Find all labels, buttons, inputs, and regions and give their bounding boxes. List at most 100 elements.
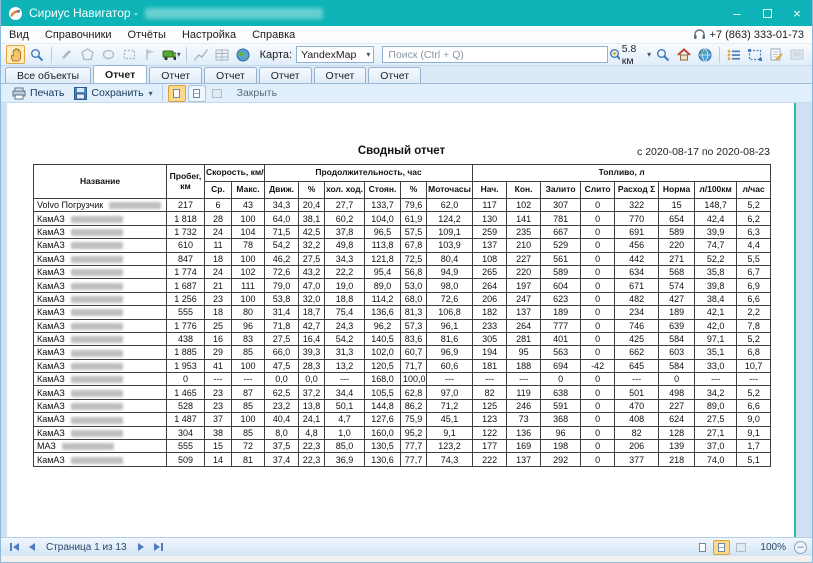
cell: 19,0 <box>325 279 365 292</box>
prev-page-button[interactable] <box>23 540 40 555</box>
cell: 106,8 <box>427 306 473 319</box>
cell: 96,1 <box>427 319 473 332</box>
home-button[interactable] <box>674 45 693 64</box>
cell: 61,9 <box>401 212 427 225</box>
vehicle-name: КамАЗ <box>37 321 65 331</box>
vehicle-name: КамАЗ <box>37 254 65 264</box>
redacted-plate <box>71 256 123 263</box>
toolbar-separator <box>51 47 52 63</box>
next-page-button[interactable] <box>133 540 150 555</box>
cell: 40,4 <box>265 413 299 426</box>
maximize-button[interactable] <box>752 0 782 26</box>
cell: 77,7 <box>401 440 427 453</box>
close-report-button[interactable]: Закрыть <box>237 87 277 99</box>
menu-directories[interactable]: Справочники <box>37 26 120 43</box>
cell: 6,6 <box>737 399 771 412</box>
cell: 127,6 <box>365 413 401 426</box>
area-select-button[interactable] <box>746 45 765 64</box>
close-button[interactable]: × <box>782 0 812 26</box>
status-view-single-button[interactable] <box>694 540 711 555</box>
last-page-button[interactable] <box>150 540 167 555</box>
view-single-page-button[interactable] <box>168 85 186 102</box>
cell: 18 <box>205 306 232 319</box>
notes-button[interactable] <box>767 45 786 64</box>
minimize-button[interactable]: – <box>722 0 752 26</box>
cell: 95,2 <box>401 426 427 439</box>
cell: 8,0 <box>265 426 299 439</box>
cell: 18,7 <box>299 306 325 319</box>
vehicle-filter-button[interactable]: ▾ <box>162 45 181 64</box>
search-input[interactable] <box>382 46 608 63</box>
menu-help[interactable]: Справка <box>244 26 303 43</box>
flag-tool-button[interactable] <box>141 45 160 64</box>
cell: 50,1 <box>325 399 365 412</box>
redacted-plate <box>71 390 123 397</box>
menu-view[interactable]: Вид <box>1 26 37 43</box>
world-map-button[interactable] <box>695 45 714 64</box>
status-view-facing-button[interactable] <box>732 540 749 555</box>
menu-settings[interactable]: Настройка <box>174 26 244 43</box>
extra-disabled-button[interactable] <box>788 45 807 64</box>
legend-button[interactable] <box>725 45 744 64</box>
save-button[interactable]: Сохранить ▾ <box>69 85 157 102</box>
status-view-continuous-button[interactable] <box>713 540 730 555</box>
cell: 247 <box>507 292 541 305</box>
cell: 0 <box>581 265 615 278</box>
route-button[interactable] <box>192 45 211 64</box>
polygon-tool-button[interactable] <box>78 45 97 64</box>
tab-2[interactable]: Отчет <box>149 67 202 83</box>
cell: 654 <box>659 212 695 225</box>
cell: 0,0 <box>265 373 299 386</box>
vehicle-name-cell: КамАЗ <box>34 306 167 319</box>
table-row: КамАЗ8471810046,227,534,3121,872,580,410… <box>34 252 771 265</box>
facing-pages-icon <box>736 543 746 552</box>
vehicle-name-cell: КамАЗ <box>34 399 167 412</box>
rect-select-button[interactable] <box>120 45 139 64</box>
cell: 198 <box>541 440 581 453</box>
zoom-scale-button[interactable]: 5.8 км ▾ <box>609 45 651 64</box>
tab-3[interactable]: Отчет <box>204 67 257 83</box>
pan-hand-button[interactable] <box>6 45 25 64</box>
tab-5[interactable]: Отчет <box>314 67 367 83</box>
globe-layers-button[interactable] <box>234 45 253 64</box>
map-select[interactable]: YandexMap ▾ <box>296 46 374 63</box>
prev-page-icon <box>29 543 35 551</box>
tab-4[interactable]: Отчет <box>259 67 312 83</box>
cell: 60,2 <box>325 212 365 225</box>
view-continuous-button[interactable] <box>188 85 206 102</box>
cell: 35,1 <box>695 346 737 359</box>
cell: 0 <box>581 239 615 252</box>
tab-1[interactable]: Отчет <box>93 65 147 83</box>
cell: 589 <box>541 265 581 278</box>
first-page-button[interactable] <box>6 540 23 555</box>
cell: 5,2 <box>737 199 771 212</box>
cell: 377 <box>615 453 659 466</box>
cell: 9,1 <box>427 426 473 439</box>
cell: 0 <box>581 346 615 359</box>
cell: 28,3 <box>299 359 325 372</box>
maximize-icon <box>763 9 772 18</box>
grid-icon <box>215 49 229 61</box>
cell: 34,3 <box>265 199 299 212</box>
save-label: Сохранить <box>91 87 143 99</box>
tab-0[interactable]: Все объекты <box>5 67 91 83</box>
cell: 97,1 <box>695 332 737 345</box>
cell: 73 <box>507 413 541 426</box>
edit-track-button[interactable] <box>57 45 76 64</box>
cell: 0 <box>581 199 615 212</box>
zoom-out-button[interactable]: – <box>794 541 807 554</box>
grid-button[interactable] <box>213 45 232 64</box>
view-facing-button[interactable] <box>208 85 226 102</box>
cell: 75,9 <box>401 413 427 426</box>
column-header: л/час <box>737 182 771 199</box>
zoom-tool-button[interactable] <box>27 45 46 64</box>
cell: 36,9 <box>325 453 365 466</box>
print-button[interactable]: Печать <box>7 85 69 102</box>
cell: 96 <box>232 319 265 332</box>
vehicle-name-cell: КамАЗ <box>34 332 167 345</box>
zoom-search-button[interactable] <box>653 45 672 64</box>
cell: 22,3 <box>299 453 325 466</box>
menu-reports[interactable]: Отчёты <box>120 26 174 43</box>
ellipse-tool-button[interactable] <box>99 45 118 64</box>
tab-6[interactable]: Отчет <box>368 67 421 83</box>
